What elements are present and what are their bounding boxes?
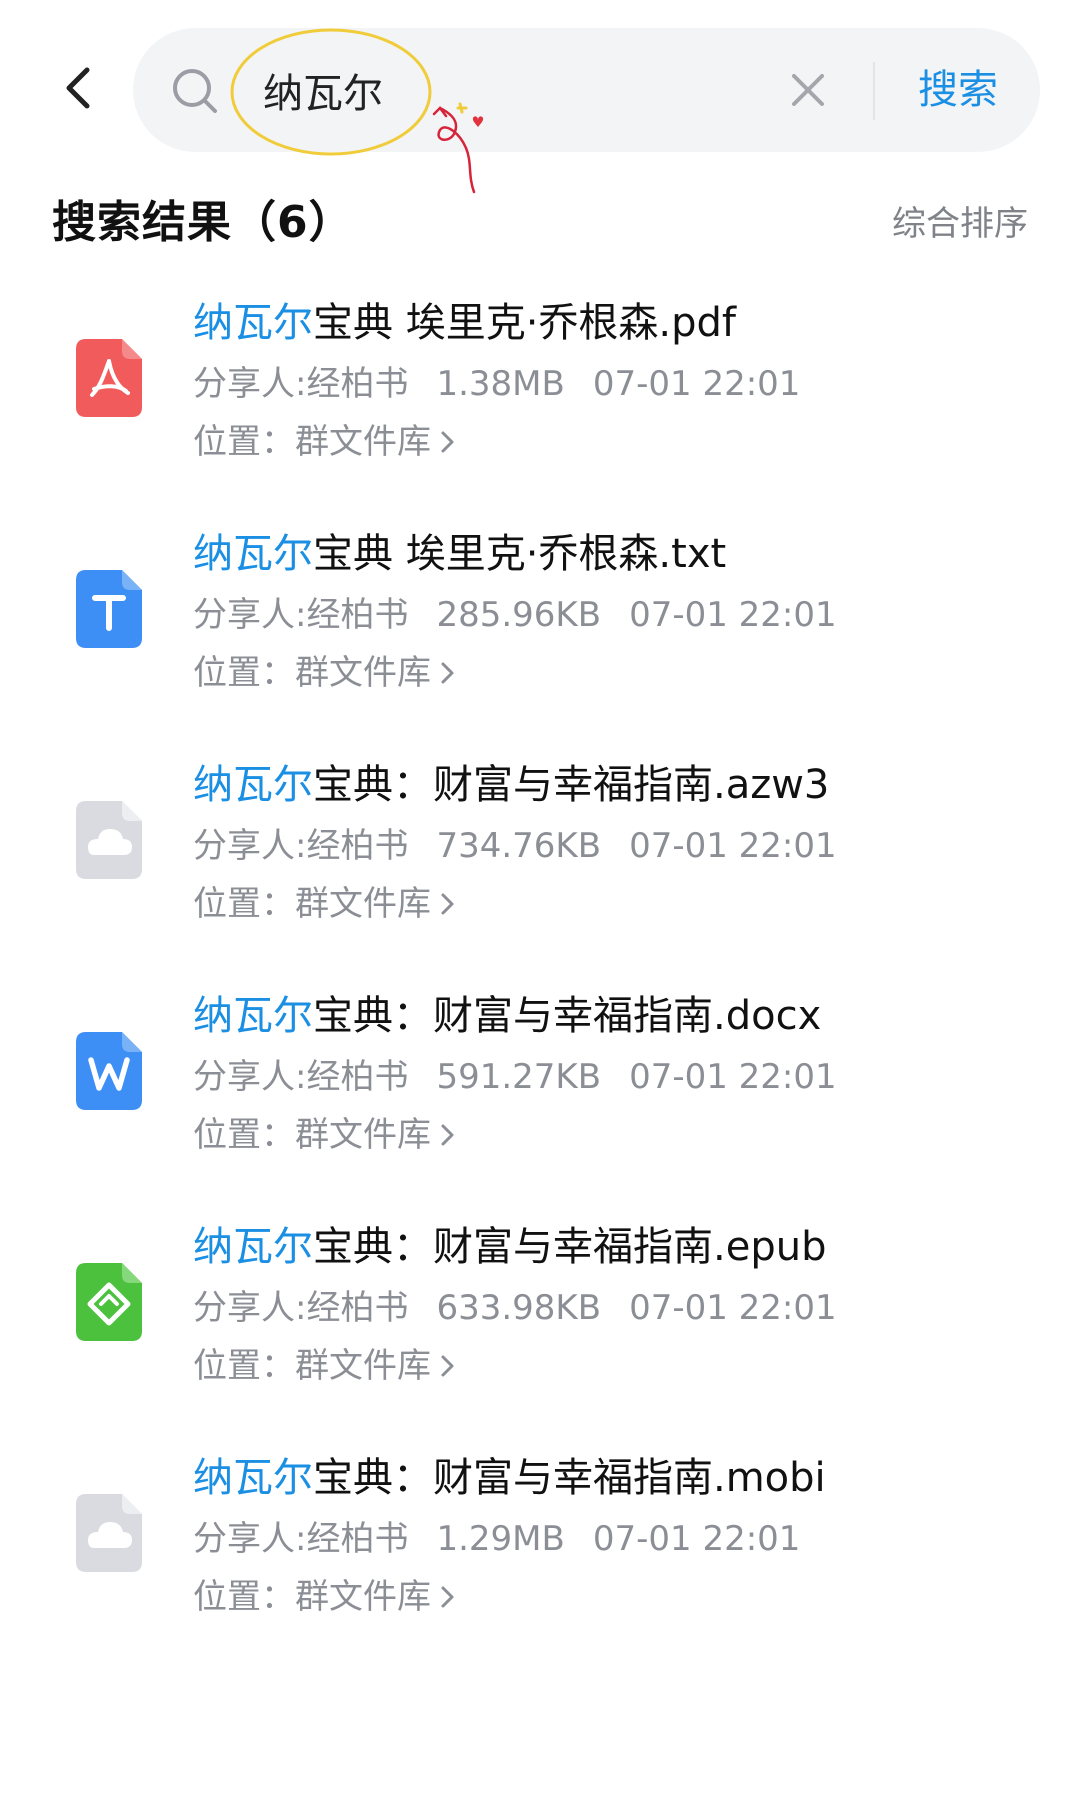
file-time: 07-01 22:01 — [629, 826, 837, 866]
word-icon — [76, 1032, 142, 1110]
file-location: 位置：群文件库 — [193, 1346, 431, 1386]
file-name-rest: 宝典：财富与幸福指南.azw3 — [313, 762, 830, 808]
chevron-left-icon — [66, 67, 90, 109]
file-location-link[interactable]: 位置：群文件库 — [193, 419, 457, 465]
file-location: 位置：群文件库 — [193, 422, 431, 462]
file-name: 纳瓦尔宝典：财富与幸福指南.mobi — [193, 1450, 1053, 1506]
file-size: 285.96KB — [436, 595, 602, 635]
txt-icon — [76, 570, 142, 648]
file-location: 位置：群文件库 — [193, 1577, 431, 1617]
file-time: 07-01 22:01 — [592, 1519, 801, 1559]
file-size: 1.38MB — [436, 364, 565, 404]
file-size: 1.29MB — [436, 1519, 565, 1559]
epub-icon — [76, 1263, 142, 1341]
file-name-highlight: 纳瓦尔 — [193, 762, 313, 808]
search-input[interactable] — [263, 58, 743, 122]
file-time: 07-01 22:01 — [592, 364, 801, 404]
file-size: 734.76KB — [436, 826, 602, 866]
file-sharer: 分享人:经柏书 — [193, 1288, 409, 1328]
list-item[interactable]: 纳瓦尔宝典 埃里克·乔根森.pdf 分享人:经柏书 1.38MB 07-01 22:… — [0, 275, 1080, 506]
results-title: 搜索结果（6） — [52, 197, 354, 248]
file-time: 07-01 22:01 — [629, 1057, 837, 1097]
list-item[interactable]: 纳瓦尔宝典：财富与幸福指南.azw3 分享人:经柏书 734.76KB 07-01 … — [0, 737, 1080, 968]
list-item[interactable]: 纳瓦尔宝典 埃里克·乔根森.txt 分享人:经柏书 285.96KB 07-01 2… — [0, 506, 1080, 737]
file-meta: 分享人:经柏书 591.27KB 07-01 22:01 — [193, 1054, 865, 1100]
file-location-link[interactable]: 位置：群文件库 — [193, 1574, 457, 1620]
chevron-right-icon — [441, 431, 454, 453]
file-location-link[interactable]: 位置：群文件库 — [193, 1343, 457, 1389]
file-sharer: 分享人:经柏书 — [193, 364, 409, 404]
chevron-right-icon — [441, 893, 454, 915]
file-name-highlight: 纳瓦尔 — [193, 993, 313, 1039]
clear-icon[interactable] — [788, 70, 828, 110]
list-item[interactable]: 纳瓦尔宝典：财富与幸福指南.epub 分享人:经柏书 633.98KB 07-01 … — [0, 1199, 1080, 1430]
file-name-highlight: 纳瓦尔 — [193, 1224, 313, 1270]
file-meta: 分享人:经柏书 633.98KB 07-01 22:01 — [193, 1285, 865, 1331]
file-name: 纳瓦尔宝典：财富与幸福指南.azw3 — [193, 757, 1053, 813]
file-sharer: 分享人:经柏书 — [193, 595, 409, 635]
file-meta: 分享人:经柏书 285.96KB 07-01 22:01 — [193, 592, 865, 638]
file-meta: 分享人:经柏书 1.29MB 07-01 22:01 — [193, 1516, 828, 1562]
cloud-file-icon — [76, 801, 142, 879]
file-location: 位置：群文件库 — [193, 653, 431, 693]
file-location: 位置：群文件库 — [193, 884, 431, 924]
pdf-icon — [76, 339, 142, 417]
file-meta: 分享人:经柏书 734.76KB 07-01 22:01 — [193, 823, 865, 869]
file-size: 591.27KB — [436, 1057, 602, 1097]
search-button[interactable]: 搜索 — [903, 58, 1013, 122]
file-location: 位置：群文件库 — [193, 1115, 431, 1155]
chevron-right-icon — [441, 1586, 454, 1608]
file-location-link[interactable]: 位置：群文件库 — [193, 1112, 457, 1158]
list-item[interactable]: 纳瓦尔宝典：财富与幸福指南.mobi 分享人:经柏书 1.29MB 07-01 22… — [0, 1430, 1080, 1661]
file-location-link[interactable]: 位置：群文件库 — [193, 650, 457, 696]
sort-button[interactable]: 综合排序 — [892, 196, 1028, 245]
search-header: 搜索 — [0, 0, 1080, 194]
file-name-highlight: 纳瓦尔 — [193, 1455, 313, 1501]
file-name: 纳瓦尔宝典 埃里克·乔根森.txt — [193, 526, 1053, 582]
chevron-right-icon — [441, 1124, 454, 1146]
file-name-rest: 宝典 埃里克·乔根森.pdf — [313, 300, 737, 346]
file-name: 纳瓦尔宝典 埃里克·乔根森.pdf — [193, 295, 1053, 351]
list-item[interactable]: 纳瓦尔宝典：财富与幸福指南.docx 分享人:经柏书 591.27KB 07-01 … — [0, 968, 1080, 1199]
file-name-rest: 宝典：财富与幸福指南.mobi — [313, 1455, 826, 1501]
results-list: 纳瓦尔宝典 埃里克·乔根森.pdf 分享人:经柏书 1.38MB 07-01 22:… — [0, 275, 1080, 1661]
search-icon — [173, 69, 217, 113]
file-name-highlight: 纳瓦尔 — [193, 531, 313, 577]
file-time: 07-01 22:01 — [629, 595, 837, 635]
file-time: 07-01 22:01 — [629, 1288, 837, 1328]
search-box[interactable]: 搜索 — [133, 28, 1040, 152]
file-sharer: 分享人:经柏书 — [193, 826, 409, 866]
file-sharer: 分享人:经柏书 — [193, 1519, 409, 1559]
cloud-file-icon — [76, 1494, 142, 1572]
file-meta: 分享人:经柏书 1.38MB 07-01 22:01 — [193, 361, 828, 407]
file-name: 纳瓦尔宝典：财富与幸福指南.docx — [193, 988, 1053, 1044]
back-button[interactable] — [48, 58, 108, 118]
search-divider — [873, 62, 875, 120]
chevron-right-icon — [441, 1355, 454, 1377]
file-name: 纳瓦尔宝典：财富与幸福指南.epub — [193, 1219, 1053, 1275]
file-location-link[interactable]: 位置：群文件库 — [193, 881, 457, 927]
file-name-highlight: 纳瓦尔 — [193, 300, 313, 346]
file-sharer: 分享人:经柏书 — [193, 1057, 409, 1097]
file-name-rest: 宝典 埃里克·乔根森.txt — [313, 531, 727, 577]
file-name-rest: 宝典：财富与幸福指南.epub — [313, 1224, 827, 1270]
file-size: 633.98KB — [436, 1288, 602, 1328]
chevron-right-icon — [441, 662, 454, 684]
file-name-rest: 宝典：财富与幸福指南.docx — [313, 993, 822, 1039]
